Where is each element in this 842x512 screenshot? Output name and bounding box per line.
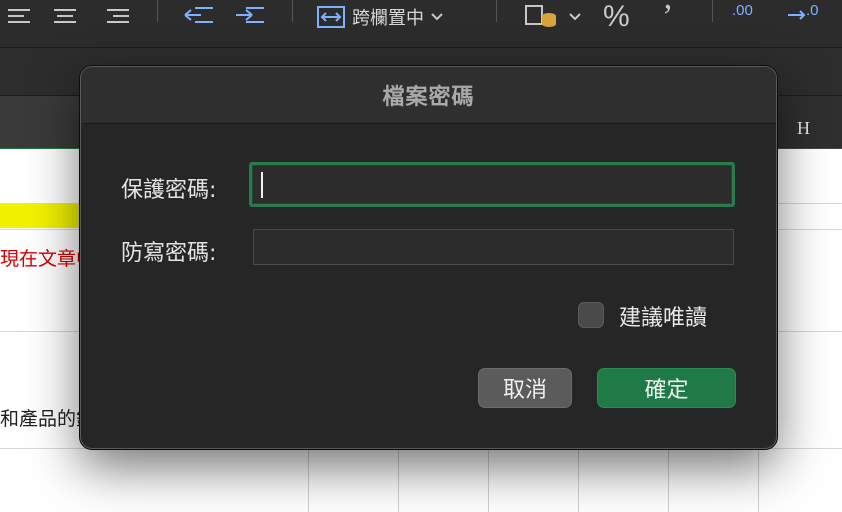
- decrease-decimal-icon: .0: [806, 2, 819, 19]
- align-left-button[interactable]: [6, 0, 32, 34]
- toolbar-divider: [712, 0, 713, 22]
- decrease-decimal-button[interactable]: .0: [786, 0, 826, 34]
- number-format-button[interactable]: [524, 0, 582, 34]
- ribbon-toolbar: 跨欄置中 % ’ .00 .0: [0, 0, 842, 48]
- align-right-icon: [107, 9, 129, 23]
- toolbar-divider: [496, 0, 497, 22]
- grid-col-line: [398, 449, 399, 512]
- selected-column-header[interactable]: [0, 96, 80, 151]
- increase-decimal-icon: .00: [732, 2, 753, 19]
- currency-format-icon: [525, 5, 556, 27]
- increase-decimal-button[interactable]: .00: [730, 0, 770, 34]
- write-password-label: 防寫密碼:: [121, 241, 217, 266]
- read-only-recommended-checkbox[interactable]: [578, 302, 604, 328]
- grid-col-line: [758, 449, 759, 512]
- ok-button[interactable]: 確定: [597, 368, 736, 408]
- text-caret: [261, 172, 263, 198]
- grid-col-line: [308, 449, 309, 512]
- decrease-indent-icon: [184, 7, 213, 23]
- grid-col-line: [668, 449, 669, 512]
- column-header-h[interactable]: H: [797, 118, 810, 139]
- percent-icon: %: [603, 0, 630, 33]
- dialog-title: 檔案密碼: [382, 85, 475, 110]
- dialog-title-bar[interactable]: 檔案密碼: [81, 67, 776, 124]
- align-center-icon: [54, 9, 76, 23]
- merge-center-label: 跨欄置中: [352, 8, 424, 29]
- cancel-button[interactable]: 取消: [478, 368, 572, 408]
- protect-password-input[interactable]: [249, 162, 735, 207]
- toolbar-divider: [157, 0, 158, 22]
- toolbar-divider: [292, 0, 293, 22]
- chevron-down-icon: [569, 13, 581, 21]
- percent-style-button[interactable]: %: [603, 0, 630, 34]
- align-left-icon: [8, 9, 30, 23]
- decrease-indent-button[interactable]: [183, 0, 215, 34]
- grid-col-line: [578, 449, 579, 512]
- grid-col-line: [488, 449, 489, 512]
- merge-center-button[interactable]: 跨欄置中: [316, 0, 444, 34]
- highlighted-cell[interactable]: [0, 204, 80, 228]
- file-password-dialog: 檔案密碼 保護密碼: 防寫密碼: 建議唯讀 取消 確定: [80, 66, 777, 449]
- align-right-button[interactable]: [105, 0, 131, 34]
- align-center-button[interactable]: [52, 0, 78, 34]
- increase-indent-button[interactable]: [234, 0, 266, 34]
- read-only-recommended-label[interactable]: 建議唯讀: [619, 300, 707, 332]
- chevron-down-icon: [431, 13, 443, 21]
- write-password-input[interactable]: [253, 229, 734, 265]
- merge-cells-icon: [317, 6, 345, 28]
- comma-icon: ’: [662, 0, 674, 35]
- protect-password-label: 保護密碼:: [121, 178, 217, 203]
- increase-indent-icon: [236, 7, 264, 23]
- comma-style-button[interactable]: ’: [662, 0, 674, 35]
